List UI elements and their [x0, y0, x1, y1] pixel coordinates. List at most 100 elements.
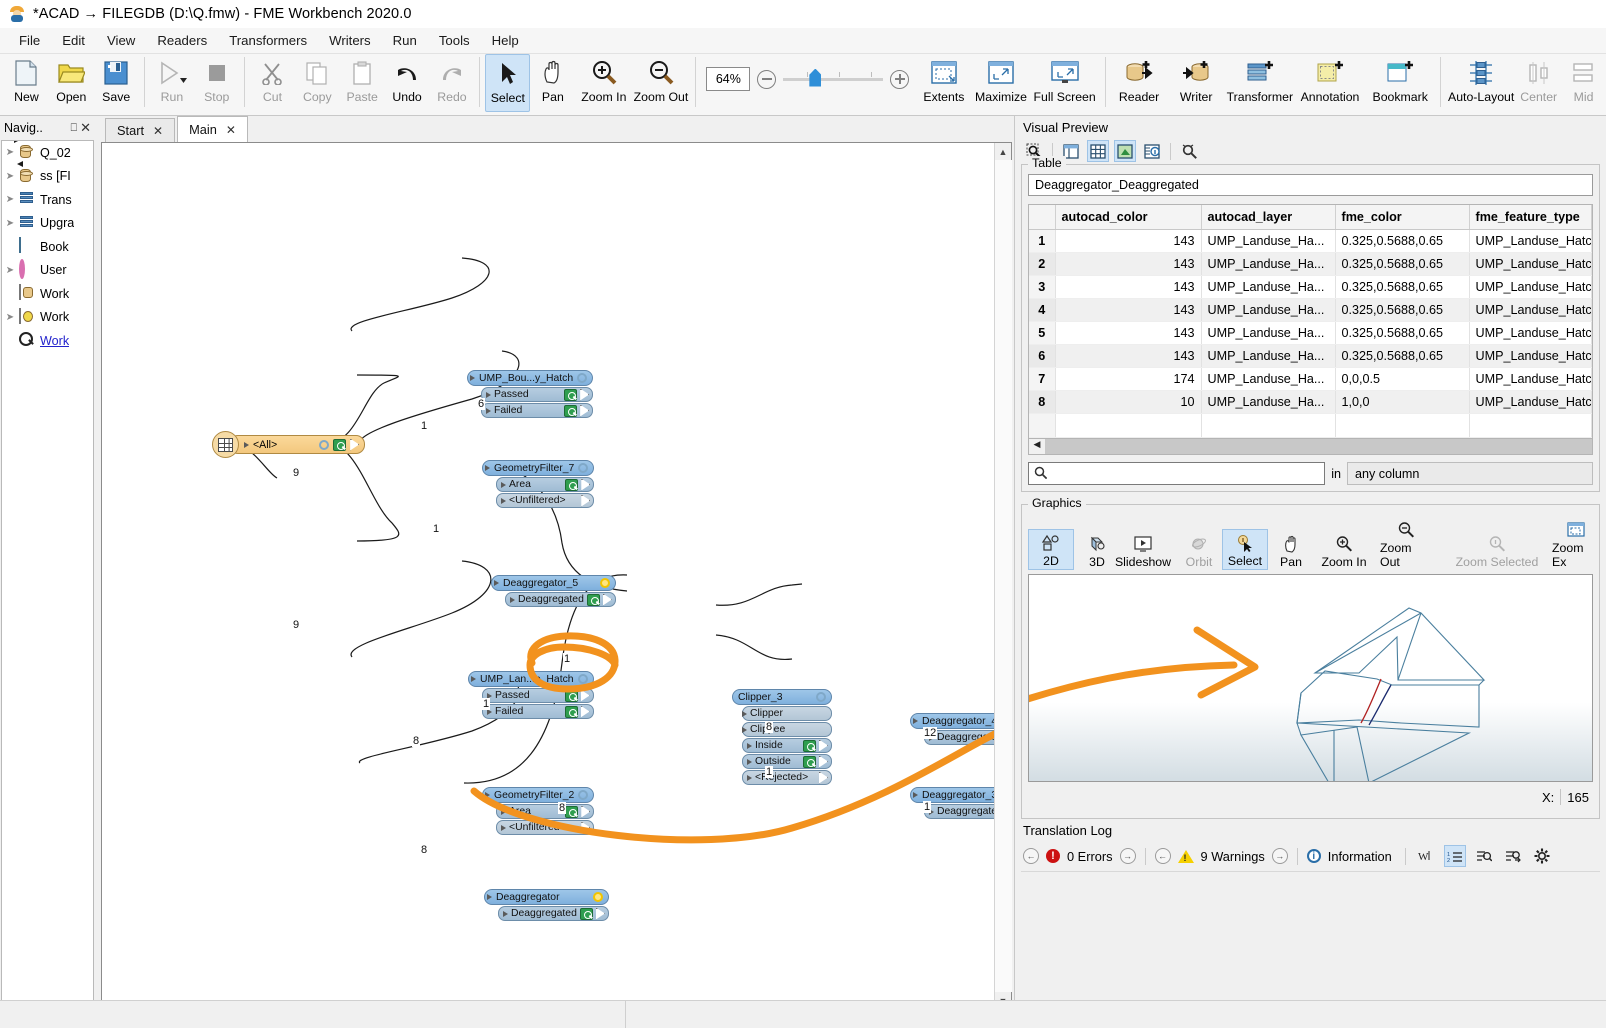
- nav-item-transformers[interactable]: ➤ Trans: [2, 188, 93, 212]
- word-wrap-icon[interactable]: W: [1415, 845, 1437, 867]
- node-port-area[interactable]: Area: [496, 804, 594, 819]
- menu-help[interactable]: Help: [481, 30, 530, 51]
- reader-node-body[interactable]: <All>: [229, 435, 365, 454]
- close-icon[interactable]: ✕: [153, 124, 163, 138]
- chevron-right-icon[interactable]: ➤: [4, 265, 16, 276]
- find-icon[interactable]: [1473, 845, 1495, 867]
- zoom-out-tool-button[interactable]: Zoom Out: [632, 54, 689, 112]
- feature-table[interactable]: autocad_color autocad_layer fme_color fm…: [1028, 204, 1593, 455]
- paste-button[interactable]: Paste: [340, 54, 385, 112]
- col-fme-color[interactable]: fme_color: [1335, 205, 1469, 230]
- node-port-failed[interactable]: Failed: [481, 403, 593, 418]
- node-header[interactable]: Deaggregator_5: [491, 575, 616, 591]
- chevron-right-icon[interactable]: ➤: [4, 171, 16, 182]
- inspector-icon[interactable]: [803, 756, 816, 768]
- inspector-icon[interactable]: [565, 806, 578, 818]
- next-arrow-icon[interactable]: →: [1272, 848, 1288, 864]
- col-fme-feature-type[interactable]: fme_feature_type: [1469, 205, 1592, 230]
- plus-circle-icon[interactable]: [890, 70, 909, 89]
- node-port-deaggregated[interactable]: Deaggregated: [924, 804, 994, 819]
- gear-icon[interactable]: [816, 692, 826, 702]
- menu-transformers[interactable]: Transformers: [218, 30, 318, 51]
- undo-button[interactable]: Undo: [385, 54, 430, 112]
- log-settings-icon[interactable]: [1531, 845, 1553, 867]
- node-header[interactable]: GeometryFilter_2: [482, 787, 594, 803]
- table-row[interactable]: 8 10 UMP_Landuse_Ha... 1,0,0 UMP_Landuse…: [1029, 391, 1592, 414]
- menu-run[interactable]: Run: [382, 30, 428, 51]
- nav-item-workspace-resources[interactable]: Work: [2, 282, 93, 306]
- extents-button[interactable]: Extents: [915, 54, 972, 112]
- col-autocad-layer[interactable]: autocad_layer: [1201, 205, 1335, 230]
- graphics-canvas[interactable]: [1028, 574, 1593, 782]
- workspace-canvas[interactable]: <All> UMP_Bou...y_Hatch: [102, 143, 994, 1009]
- inspector-icon[interactable]: [565, 479, 578, 491]
- node-deaggregator[interactable]: Deaggregator Deaggregated: [484, 889, 609, 921]
- zoom-level-input[interactable]: 64%: [706, 67, 750, 91]
- reader-node-all[interactable]: <All>: [212, 431, 365, 458]
- gear-icon[interactable]: [577, 373, 587, 383]
- gear-icon[interactable]: [578, 674, 588, 684]
- nav-item-upgrade-transformers[interactable]: ➤ Upgra: [2, 212, 93, 236]
- nav-item-workspace-search[interactable]: Work: [2, 329, 93, 353]
- nav-item-bookmarks[interactable]: Book: [2, 235, 93, 259]
- table-row[interactable]: 7 174 UMP_Landuse_Ha... 0,0,0.5 UMP_Land…: [1029, 368, 1592, 391]
- minus-circle-icon[interactable]: [757, 70, 776, 89]
- table-hscrollbar[interactable]: ◀: [1029, 438, 1592, 454]
- new-button[interactable]: New: [4, 54, 49, 112]
- node-header[interactable]: UMP_Bou...y_Hatch: [467, 370, 593, 386]
- chevron-right-icon[interactable]: ➤: [4, 194, 16, 205]
- align-middle-button[interactable]: Mid: [1561, 54, 1606, 112]
- chevron-right-icon[interactable]: ➤: [4, 147, 16, 158]
- zoom-slider[interactable]: [783, 78, 883, 81]
- graphics-pan-button[interactable]: Pan: [1268, 531, 1314, 570]
- add-writer-button[interactable]: Writer: [1168, 54, 1225, 112]
- add-bookmark-button[interactable]: Bookmark: [1365, 54, 1435, 112]
- add-reader-button[interactable]: Reader: [1111, 54, 1168, 112]
- node-ump-boundary-hatch[interactable]: UMP_Bou...y_Hatch Passed Failed: [467, 370, 593, 418]
- zoom-slider-knob[interactable]: [809, 69, 821, 87]
- scroll-up-icon[interactable]: ▲: [995, 143, 1012, 160]
- zoom-extents-button[interactable]: Zoom Ex: [1546, 517, 1606, 570]
- search-column-select[interactable]: any column: [1347, 462, 1593, 485]
- canvas-vscrollbar[interactable]: ▲ ▼: [994, 143, 1011, 1009]
- gear-icon[interactable]: [578, 463, 588, 473]
- search-features-icon[interactable]: [1178, 140, 1200, 162]
- nav-item-writer[interactable]: ➤ ss [FI: [2, 165, 93, 189]
- nav-label[interactable]: Work: [40, 334, 69, 348]
- menu-view[interactable]: View: [96, 30, 146, 51]
- table-row[interactable]: 3 143 UMP_Landuse_Ha... 0.325,0.5688,0.6…: [1029, 276, 1592, 299]
- stop-button[interactable]: Stop: [194, 54, 239, 112]
- redo-button[interactable]: Redo: [430, 54, 475, 112]
- node-geometryfilter-2[interactable]: GeometryFilter_2 Area <Unfiltered>: [482, 787, 594, 835]
- gear-icon[interactable]: [578, 790, 588, 800]
- inspector-icon[interactable]: [333, 439, 346, 451]
- node-port-clippee[interactable]: Clippee: [742, 722, 832, 737]
- close-icon[interactable]: ✕: [226, 123, 236, 137]
- inspector-icon[interactable]: [565, 706, 578, 718]
- scroll-track[interactable]: [995, 160, 1012, 992]
- menu-tools[interactable]: Tools: [428, 30, 481, 51]
- full-screen-button[interactable]: Full Screen: [1030, 54, 1100, 112]
- menu-writers[interactable]: Writers: [318, 30, 382, 51]
- gear-icon[interactable]: [593, 892, 603, 902]
- maximize-button[interactable]: Maximize: [972, 54, 1029, 112]
- inspector-icon[interactable]: [564, 405, 577, 417]
- add-transformer-button[interactable]: Transformer: [1225, 54, 1295, 112]
- inspector-icon[interactable]: [564, 389, 577, 401]
- col-autocad-color[interactable]: autocad_color: [1055, 205, 1201, 230]
- cut-button[interactable]: Cut: [250, 54, 295, 112]
- node-port-rejected[interactable]: <Rejected>: [742, 770, 832, 785]
- node-port-deaggregated[interactable]: Deaggregated: [505, 592, 616, 607]
- zoom-in-tool-button[interactable]: Zoom In: [575, 54, 632, 112]
- inspector-icon[interactable]: [587, 594, 600, 606]
- view-3d-button[interactable]: 3D: [1074, 531, 1120, 570]
- node-port-failed[interactable]: Failed: [482, 704, 594, 719]
- run-button[interactable]: Run: [149, 54, 194, 112]
- search-input[interactable]: [1028, 462, 1325, 485]
- node-port-deaggregated[interactable]: Deaggregated: [498, 906, 609, 921]
- node-port-clipper[interactable]: Clipper: [742, 706, 832, 721]
- graphics-select-button[interactable]: Select: [1222, 529, 1268, 570]
- graphics-view-icon[interactable]: [1114, 140, 1136, 162]
- node-geometryfilter-7[interactable]: GeometryFilter_7 Area <Unfiltered>: [482, 460, 594, 508]
- graphics-zoom-out-button[interactable]: Zoom Out: [1374, 517, 1438, 570]
